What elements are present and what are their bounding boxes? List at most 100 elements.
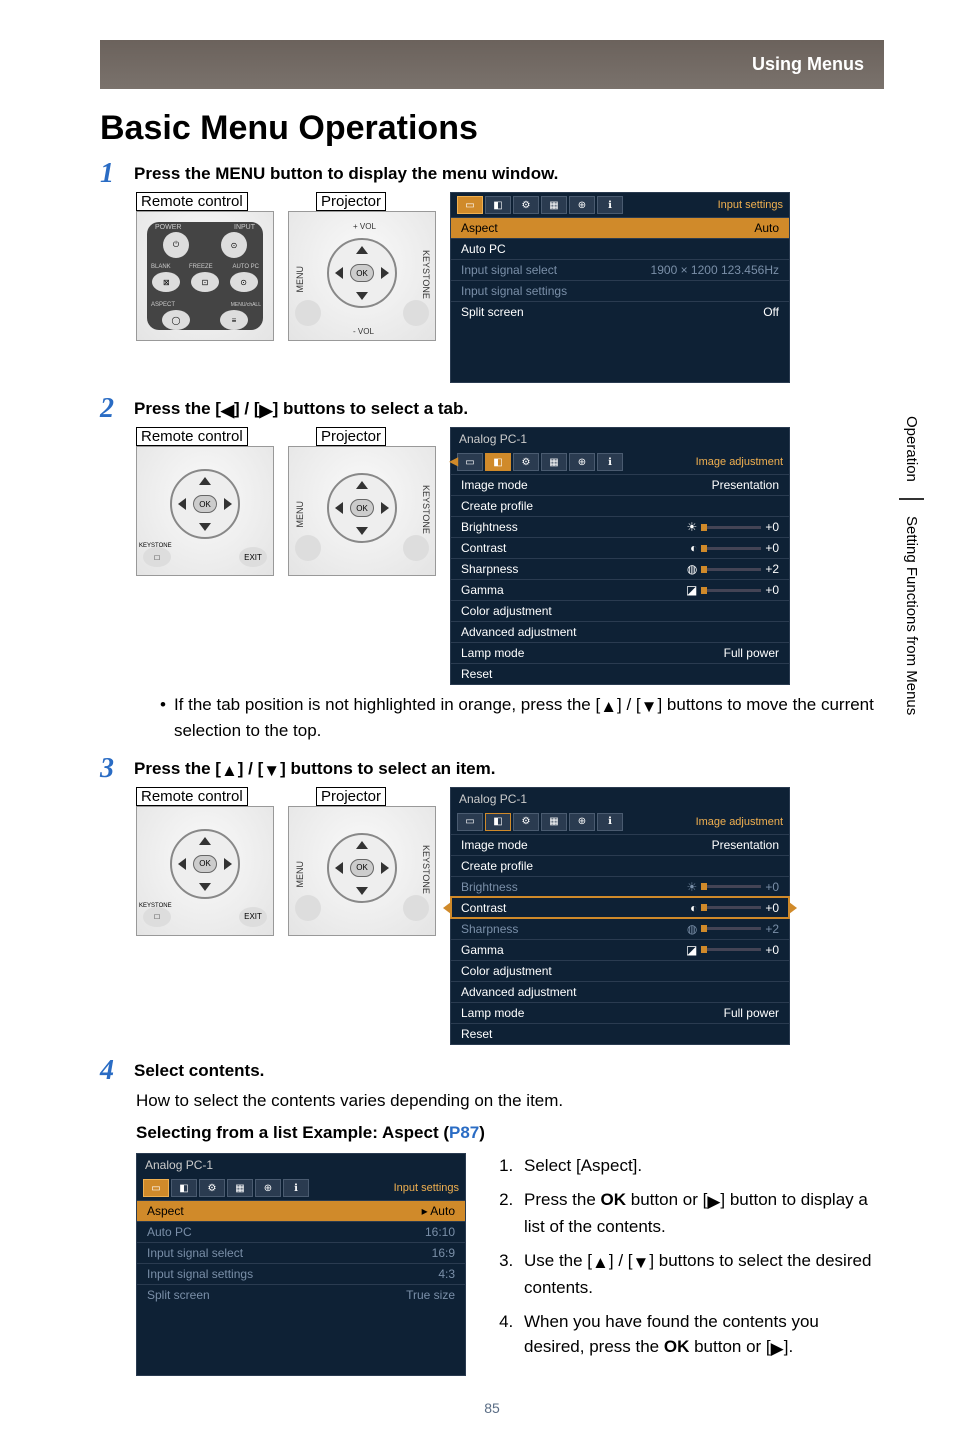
keystone-button-icon (403, 300, 429, 326)
osd-row-label: Advanced adjustment (461, 985, 576, 999)
osd-row: Lamp modeFull power (451, 642, 789, 663)
osd2-left-arrow-icon: ◀ (449, 454, 458, 468)
osd-row-label: Gamma (461, 943, 504, 957)
osd-row-value: 1900 × 1200 123.456Hz (651, 263, 779, 277)
osd-row-label: Sharpness (461, 562, 518, 576)
osd-row-value: Full power (724, 646, 779, 660)
osd-row-label: Color adjustment (461, 964, 552, 978)
osd-row: Create profile (451, 855, 789, 876)
osd1-tab6-info: ℹ (597, 196, 623, 214)
osd1-tab5: ⊕ (569, 196, 595, 214)
remote-illustration-1: ⏻ ⊙ ⊠ ⊡ ⊙ ◯ ≡ POWER INPUT BLANK F (136, 211, 274, 341)
dpad-up-icon (199, 477, 211, 485)
osd-row: Color adjustment (451, 600, 789, 621)
osd1-tab2: ◧ (485, 196, 511, 214)
autopc-icon: ⊙ (230, 272, 258, 292)
remote-illustration-3: OK □ EXIT KEYSTONE (136, 806, 274, 936)
dpad-down-icon (356, 292, 368, 300)
up-arrow-icon: ▲ (600, 695, 617, 719)
osd-row-label: Brightness (461, 520, 518, 534)
osd-row-label: Aspect (461, 221, 498, 235)
osd-row-label: Brightness (461, 880, 518, 894)
osd-row-value: ◍+2 (687, 922, 779, 936)
menu-button-icon (295, 535, 321, 561)
step3-number: 3 (100, 755, 134, 783)
osd-row: Image mode Presentation (451, 474, 789, 495)
up-arrow-icon: ▲ (592, 1250, 609, 1276)
osd3-title: Analog PC-1 (451, 788, 789, 810)
instr-4: When you have found the contents you des… (518, 1309, 884, 1362)
osd-row-label: Create profile (461, 499, 533, 513)
menu-small-label: MENU/chALL (231, 302, 261, 308)
osd-row: Aspect▸ Auto (137, 1200, 465, 1221)
osd4-tab3: ⚙ (199, 1179, 225, 1197)
osd-row: Lamp modeFull power (451, 1002, 789, 1023)
keystone-button-icon (403, 535, 429, 561)
osd-row-label: Gamma (461, 583, 504, 597)
power-icon: ⏻ (163, 232, 189, 258)
osd2-tab1: ▭ (457, 453, 483, 471)
keystone-button-icon (403, 895, 429, 921)
step4-text: Select contents. (134, 1057, 264, 1081)
osd-row-value: Off (763, 305, 779, 319)
dpad-down-icon (199, 883, 211, 891)
step2-bullet: If the tab position is not highlighted i… (160, 693, 884, 743)
instr-1: Select [Aspect]. (518, 1153, 884, 1179)
page-title: Basic Menu Operations (100, 109, 884, 148)
step1-projector-label: Projector (316, 192, 386, 211)
osd-row-label: Input signal select (147, 1246, 243, 1260)
p87-link[interactable]: P87 (449, 1123, 479, 1142)
vol-up-label: + VOL (353, 222, 376, 231)
osd-row-label: Auto PC (147, 1225, 192, 1239)
keystone-side-label: KEYSTONE (421, 485, 431, 534)
keystone-lc-label: KEYSTONE (139, 543, 172, 549)
down-arrow-icon: ▼ (641, 695, 658, 719)
osd-row: Advanced adjustment (451, 621, 789, 642)
osd3-tab-label: Image adjustment (696, 816, 783, 828)
ok-button-icon: OK (193, 855, 217, 873)
ok-button-icon: OK (350, 859, 374, 877)
osd-row-label: Lamp mode (461, 1006, 524, 1020)
menu-icon: ≡ (220, 310, 248, 330)
osd3-tab6-info: ℹ (597, 813, 623, 831)
step3-text: Press the [▲] / [▼] buttons to select an… (134, 755, 495, 781)
dpad-right-icon (224, 498, 232, 510)
osd-row: Auto PC 16:10 (137, 1221, 465, 1242)
osd-row-label: Auto PC (461, 242, 506, 256)
osd3-tab3: ⚙ (513, 813, 539, 831)
osd-row-value: ☀+0 (687, 520, 779, 534)
ok-button-icon: OK (350, 264, 374, 282)
osd-row: Color adjustment (451, 960, 789, 981)
osd-screenshot-2: Analog PC-1 ◀ ▭ ◧ ⚙ ▦ ⊕ ℹ Image adjustme… (450, 427, 790, 685)
osd-row-value: 4:3 (438, 1267, 455, 1281)
instr-3: Use the [▲] / [▼] buttons to select the … (518, 1248, 884, 1301)
projector-illustration-3: OK MENU KEYSTONE (288, 806, 436, 936)
dpad-down-icon (356, 887, 368, 895)
header-section: Using Menus (100, 40, 884, 89)
remote-illustration-2: OK □ EXIT KEYSTONE (136, 446, 274, 576)
side-tabs: Operation Setting Functions from Menus (899, 400, 924, 731)
osd3-tab5: ⊕ (569, 813, 595, 831)
down-arrow-icon: ▼ (263, 761, 280, 781)
osd-row: Split screenTrue size (137, 1284, 465, 1305)
dpad-up-icon (356, 246, 368, 254)
osd-row-label: Image mode (461, 478, 528, 492)
step1-text: Press the MENU button to display the men… (134, 160, 558, 184)
osd-row-value: True size (406, 1288, 455, 1302)
dpad-up-icon (356, 481, 368, 489)
dpad-left-icon (178, 858, 186, 870)
projector-illustration-1: OK MENU KEYSTONE + VOL - VOL (288, 211, 436, 341)
menu-button-icon (295, 895, 321, 921)
osd-row-label: Image mode (461, 838, 528, 852)
step4-number: 4 (100, 1057, 134, 1085)
osd1-tab1-active: ▭ (457, 196, 483, 214)
osd-row-value: Presentation (712, 478, 779, 492)
osd-row-value: 16:10 (425, 1225, 455, 1239)
step2-remote-label: Remote control (136, 427, 248, 446)
osd2-tab4: ▦ (541, 453, 567, 471)
osd-row: Gamma◪+0 (451, 579, 789, 600)
right-arrow-icon: ▶ (707, 1189, 720, 1215)
osd-row-label: Advanced adjustment (461, 625, 576, 639)
osd3-tab1: ▭ (457, 813, 483, 831)
dpad-up-icon (356, 841, 368, 849)
